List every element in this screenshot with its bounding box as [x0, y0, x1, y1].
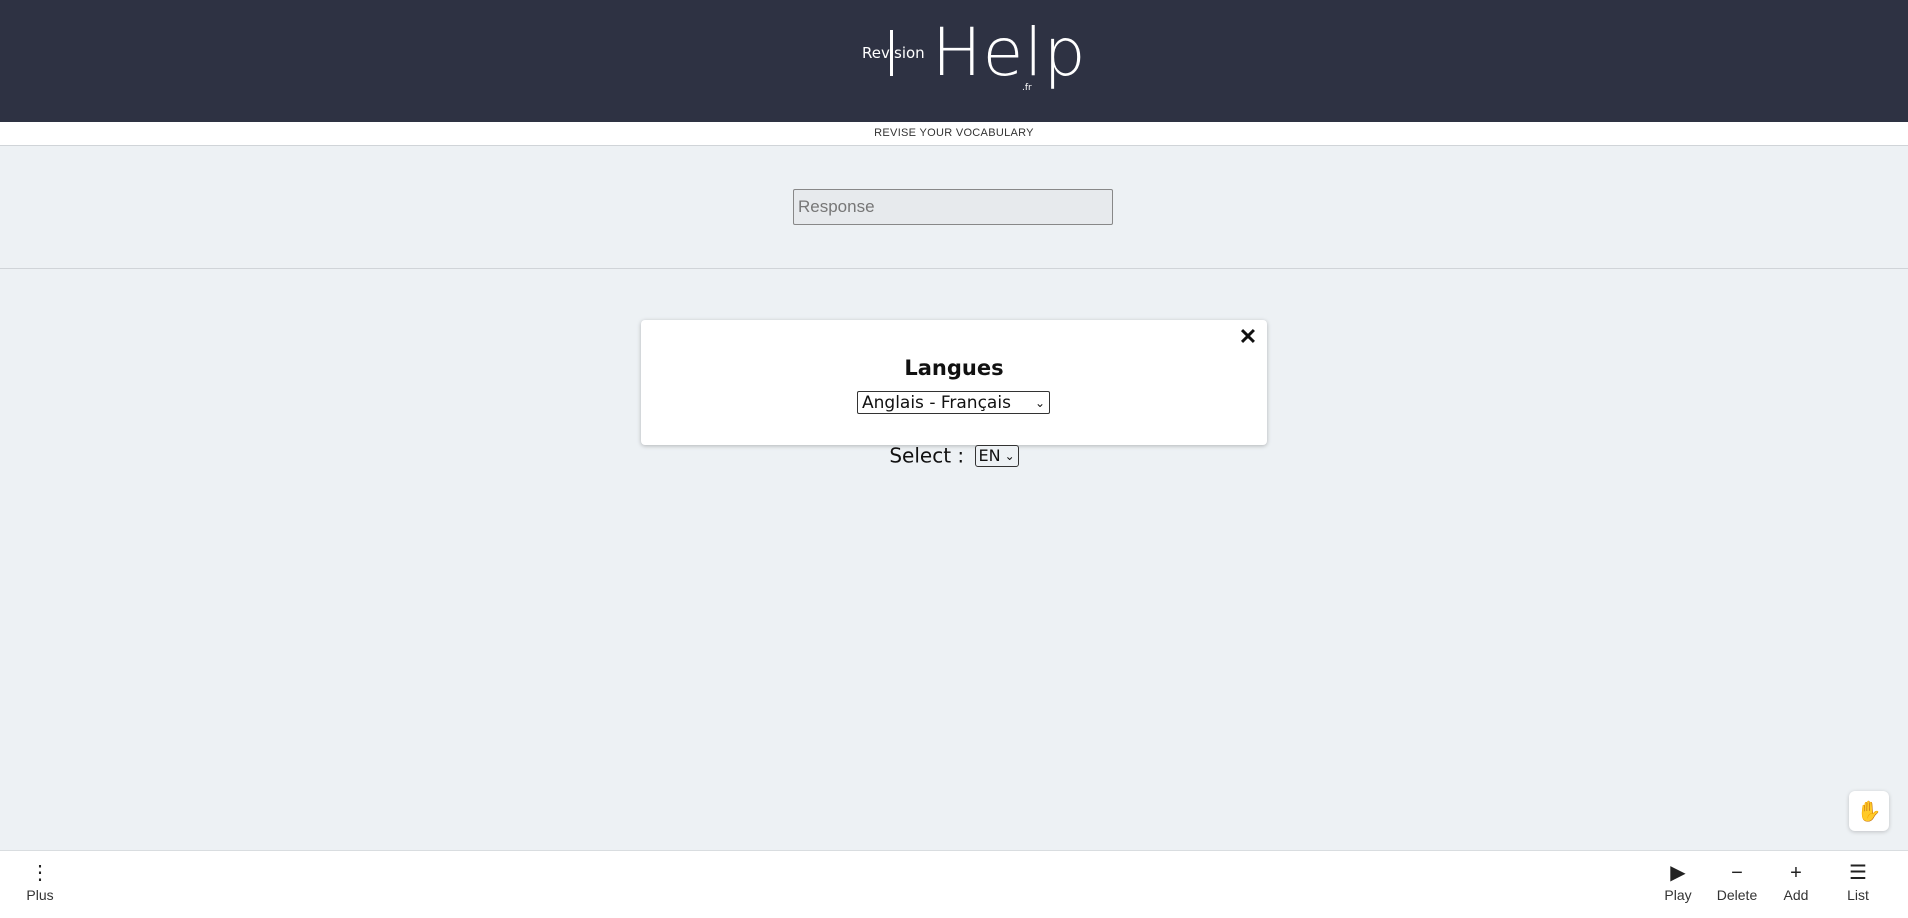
minus-icon: −	[1731, 862, 1743, 884]
help-button[interactable]: ✋	[1849, 791, 1889, 831]
delete-label: Delete	[1716, 887, 1758, 903]
subtitle-strip: REVISE YOUR VOCABULARY	[0, 122, 1908, 146]
add-button[interactable]: + Add	[1766, 861, 1826, 913]
list-button[interactable]: ☰ List	[1828, 861, 1888, 913]
delete-button[interactable]: − Delete	[1707, 861, 1767, 913]
site-header: Revision Help .fr	[0, 0, 1908, 122]
chevron-down-icon: ⌄	[1004, 448, 1015, 463]
more-vertical-icon: ⋮	[30, 862, 50, 884]
logo-revision-text: Revision	[862, 44, 925, 62]
add-label: Add	[1783, 887, 1809, 903]
chevron-down-icon: ⌄	[1034, 395, 1045, 410]
logo-tld-text: .fr	[1022, 83, 1032, 93]
list-icon: ☰	[1849, 862, 1867, 884]
close-icon[interactable]: ✕	[1237, 326, 1259, 348]
list-label: List	[1847, 887, 1869, 903]
play-button[interactable]: ▶ Play	[1648, 861, 1708, 913]
language-pair-select[interactable]: Anglais - Français ⌄	[857, 391, 1050, 414]
plus-button[interactable]: ⋮ Plus	[10, 861, 70, 913]
logo-help-text: Help	[932, 14, 1087, 91]
revisionhelp-logo[interactable]: Revision Help .fr	[860, 14, 1085, 98]
language-select-row: Select : EN ⌄	[0, 442, 1908, 468]
language-pair-value: Anglais - Français	[862, 392, 1011, 413]
logo-bar	[890, 30, 893, 76]
response-zone	[0, 146, 1908, 269]
select-label: Select :	[889, 443, 965, 468]
direction-select[interactable]: EN ⌄	[974, 444, 1019, 467]
languages-modal: ✕ Langues Anglais - Français ⌄	[641, 320, 1267, 445]
modal-title: Langues	[904, 356, 1004, 380]
play-icon: ▶	[1670, 862, 1686, 884]
response-input[interactable]	[793, 189, 1113, 225]
bottom-navigation: ⋮ Plus ▶ Play − Delete + Add ☰ List	[0, 850, 1908, 918]
hand-icon: ✋	[1856, 800, 1882, 823]
plus-label: Plus	[26, 887, 54, 903]
page-subtitle: REVISE YOUR VOCABULARY	[874, 127, 1034, 139]
direction-value: EN	[978, 446, 1001, 465]
play-label: Play	[1664, 887, 1692, 903]
plus-icon: +	[1790, 862, 1802, 884]
